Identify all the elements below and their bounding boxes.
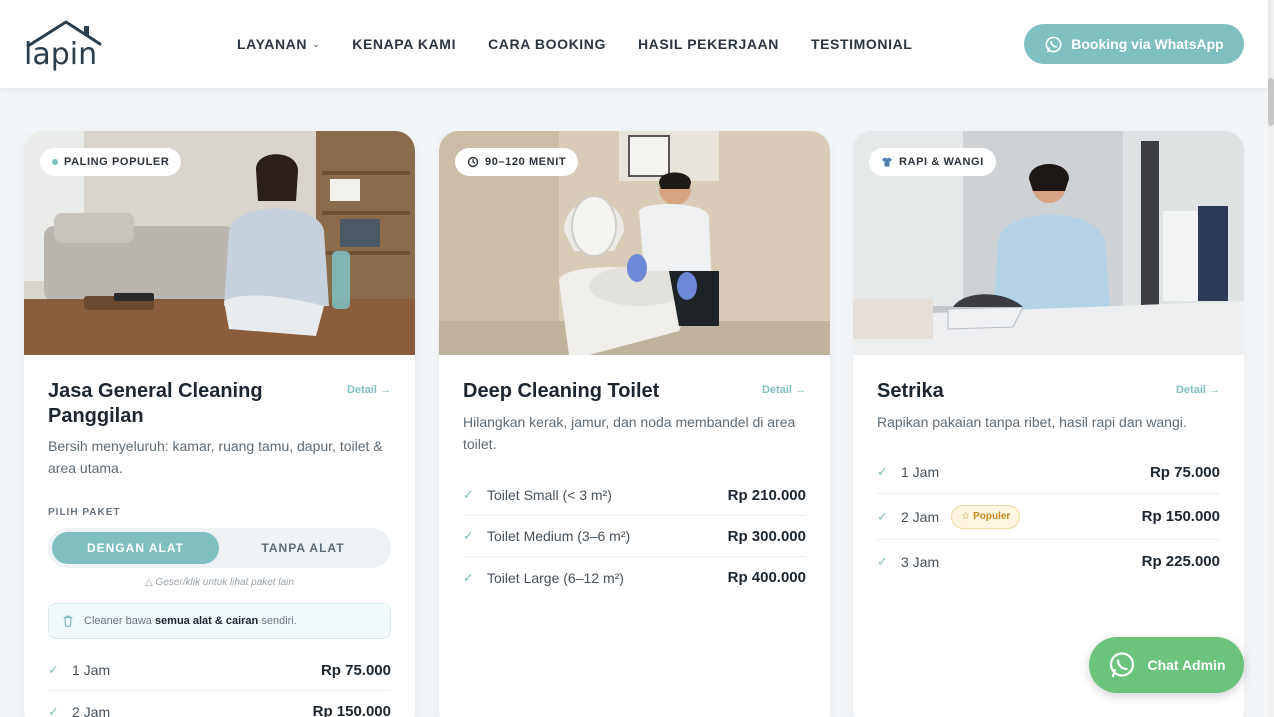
package-name: 1 Jam xyxy=(901,464,940,480)
check-icon: ✓ xyxy=(48,662,59,677)
swipe-hint-text: Geser/klik untuk lihat paket lain xyxy=(155,577,294,588)
price-list: ✓ 1 Jam Rp 75.000 ✓ 2 Jam Rp 150.000 xyxy=(48,650,391,717)
package-name: 3 Jam xyxy=(901,553,940,570)
package-price: Rp 210.000 xyxy=(727,486,806,504)
package-toggle: DENGAN ALAT TANPA ALAT xyxy=(48,528,391,568)
pointer-icon: △ xyxy=(145,577,153,588)
package-price: Rp 225.000 xyxy=(1141,553,1220,570)
detail-link[interactable]: Detail → xyxy=(347,384,391,396)
swipe-hint: △ Geser/klik untuk lihat paket lain xyxy=(48,577,391,588)
whatsapp-icon xyxy=(1045,36,1062,52)
package-price: Rp 300.000 xyxy=(727,527,806,545)
price-row[interactable]: ✓ 2 Jam ☆ Populer Rp 150.000 xyxy=(877,494,1220,540)
nav-item-cara-booking[interactable]: CARA BOOKING xyxy=(488,36,606,52)
service-card-general-cleaning: PALING POPULER Jasa General Cleaning Pan… xyxy=(24,131,415,717)
dot-icon xyxy=(52,159,58,165)
check-icon: ✓ xyxy=(48,703,59,717)
card-title: Deep Cleaning Toilet xyxy=(463,380,660,402)
check-icon: ✓ xyxy=(463,487,474,502)
price-list: ✓ Toilet Small (< 3 m²) Rp 210.000 ✓ Toi… xyxy=(463,475,806,598)
nav-item-testimonial[interactable]: TESTIMONIAL xyxy=(811,36,912,52)
check-icon: ✓ xyxy=(463,528,474,543)
detail-link[interactable]: Detail → xyxy=(1176,384,1220,396)
check-icon: ✓ xyxy=(877,508,888,524)
lapin-logo[interactable]: lapin xyxy=(22,14,106,74)
popular-badge: ☆ Populer xyxy=(951,504,1021,529)
service-photo-general-cleaning: PALING POPULER xyxy=(24,131,415,355)
option-tanpa-alat[interactable]: TANPA ALAT xyxy=(219,532,387,564)
service-card-setrika: RAPI & WANGI Setrika Detail → Rapikan pa… xyxy=(853,131,1244,717)
card-description: Bersih menyeluruh: kamar, ruang tamu, da… xyxy=(48,438,383,476)
booking-whatsapp-label: Booking via WhatsApp xyxy=(1071,36,1224,52)
main-nav: LAYANAN ⌄ KENAPA KAMI CARA BOOKING HASIL… xyxy=(237,36,944,52)
logo-text: lapin xyxy=(24,37,97,72)
package-name: Toilet Large (6–12 m²) xyxy=(487,569,624,586)
detail-link[interactable]: Detail → xyxy=(762,384,806,396)
tools-info-text: Cleaner bawa semua alat & cairan sendiri… xyxy=(84,615,297,627)
package-name: 1 Jam xyxy=(72,662,111,678)
service-photo-setrika: RAPI & WANGI xyxy=(853,131,1244,355)
clock-icon xyxy=(467,156,479,168)
badge-label: RAPI & WANGI xyxy=(899,156,984,168)
site-header: lapin LAYANAN ⌄ KENAPA KAMI CARA BOOKING… xyxy=(0,0,1268,88)
shirt-icon xyxy=(882,157,892,167)
price-row[interactable]: ✓ Toilet Large (6–12 m²) Rp 400.000 xyxy=(463,557,806,598)
whatsapp-icon xyxy=(1110,652,1135,678)
badge-rapi-wangi: RAPI & WANGI xyxy=(869,148,996,176)
price-row[interactable]: ✓ 1 Jam Rp 75.000 xyxy=(877,451,1220,494)
popular-badge-label: Populer xyxy=(973,511,1011,522)
star-icon: ☆ xyxy=(961,511,971,522)
price-row[interactable]: ✓ 2 Jam Rp 150.000 xyxy=(48,691,391,717)
trash-icon xyxy=(63,615,73,627)
price-row[interactable]: ✓ 3 Jam Rp 225.000 xyxy=(877,540,1220,583)
card-description: Rapikan pakaian tanpa ribet, hasil rapi … xyxy=(877,414,1187,430)
badge-popular: PALING POPULER xyxy=(40,148,182,176)
nav-item-layanan[interactable]: LAYANAN ⌄ xyxy=(237,36,320,52)
package-price: Rp 75.000 xyxy=(320,661,391,679)
badge-duration: 90–120 MENIT xyxy=(455,148,579,176)
card-title: Jasa General Cleaning Panggilan xyxy=(48,380,263,427)
check-icon: ✓ xyxy=(463,569,474,585)
card-title: Setrika xyxy=(877,380,944,402)
chevron-down-icon: ⌄ xyxy=(312,38,321,49)
package-name: Toilet Medium (3–6 m²) xyxy=(487,528,631,544)
chat-admin-button[interactable]: Chat Admin xyxy=(1089,637,1244,693)
package-price: Rp 400.000 xyxy=(727,569,806,586)
option-dengan-alat[interactable]: DENGAN ALAT xyxy=(52,532,219,564)
badge-label: 90–120 MENIT xyxy=(485,156,567,168)
card-description: Hilangkan kerak, jamur, dan noda memband… xyxy=(463,414,796,452)
check-icon: ✓ xyxy=(877,553,888,569)
nav-item-hasil-pekerjaan[interactable]: HASIL PEKERJAAN xyxy=(638,36,779,52)
price-row[interactable]: ✓ 1 Jam Rp 75.000 xyxy=(48,650,391,691)
tools-info: Cleaner bawa semua alat & cairan sendiri… xyxy=(48,603,391,639)
chat-admin-label: Chat Admin xyxy=(1147,657,1226,673)
check-icon: ✓ xyxy=(877,464,888,479)
nav-label: LAYANAN xyxy=(237,36,308,52)
package-label: PILIH PAKET xyxy=(48,507,121,518)
nav-item-kenapa-kami[interactable]: KENAPA KAMI xyxy=(352,36,456,52)
price-list: ✓ 1 Jam Rp 75.000 ✓ 2 Jam ☆ Populer Rp 1… xyxy=(877,451,1220,583)
package-price: Rp 75.000 xyxy=(1149,463,1220,481)
service-card-deep-cleaning-toilet: 90–120 MENIT Deep Cleaning Toilet Detail… xyxy=(439,131,830,717)
price-row[interactable]: ✓ Toilet Medium (3–6 m²) Rp 300.000 xyxy=(463,516,806,557)
price-row[interactable]: ✓ Toilet Small (< 3 m²) Rp 210.000 xyxy=(463,475,806,516)
badge-label: PALING POPULER xyxy=(64,156,170,168)
package-name: 2 Jam xyxy=(901,508,940,525)
service-photo-deep-cleaning-toilet: 90–120 MENIT xyxy=(439,131,830,355)
package-price: Rp 150.000 xyxy=(312,703,391,717)
scrollbar-thumb[interactable] xyxy=(1268,78,1274,126)
booking-whatsapp-button[interactable]: Booking via WhatsApp xyxy=(1024,24,1244,64)
package-price: Rp 150.000 xyxy=(1141,508,1220,525)
package-name: 2 Jam xyxy=(72,703,111,717)
package-name: Toilet Small (< 3 m²) xyxy=(487,487,612,503)
